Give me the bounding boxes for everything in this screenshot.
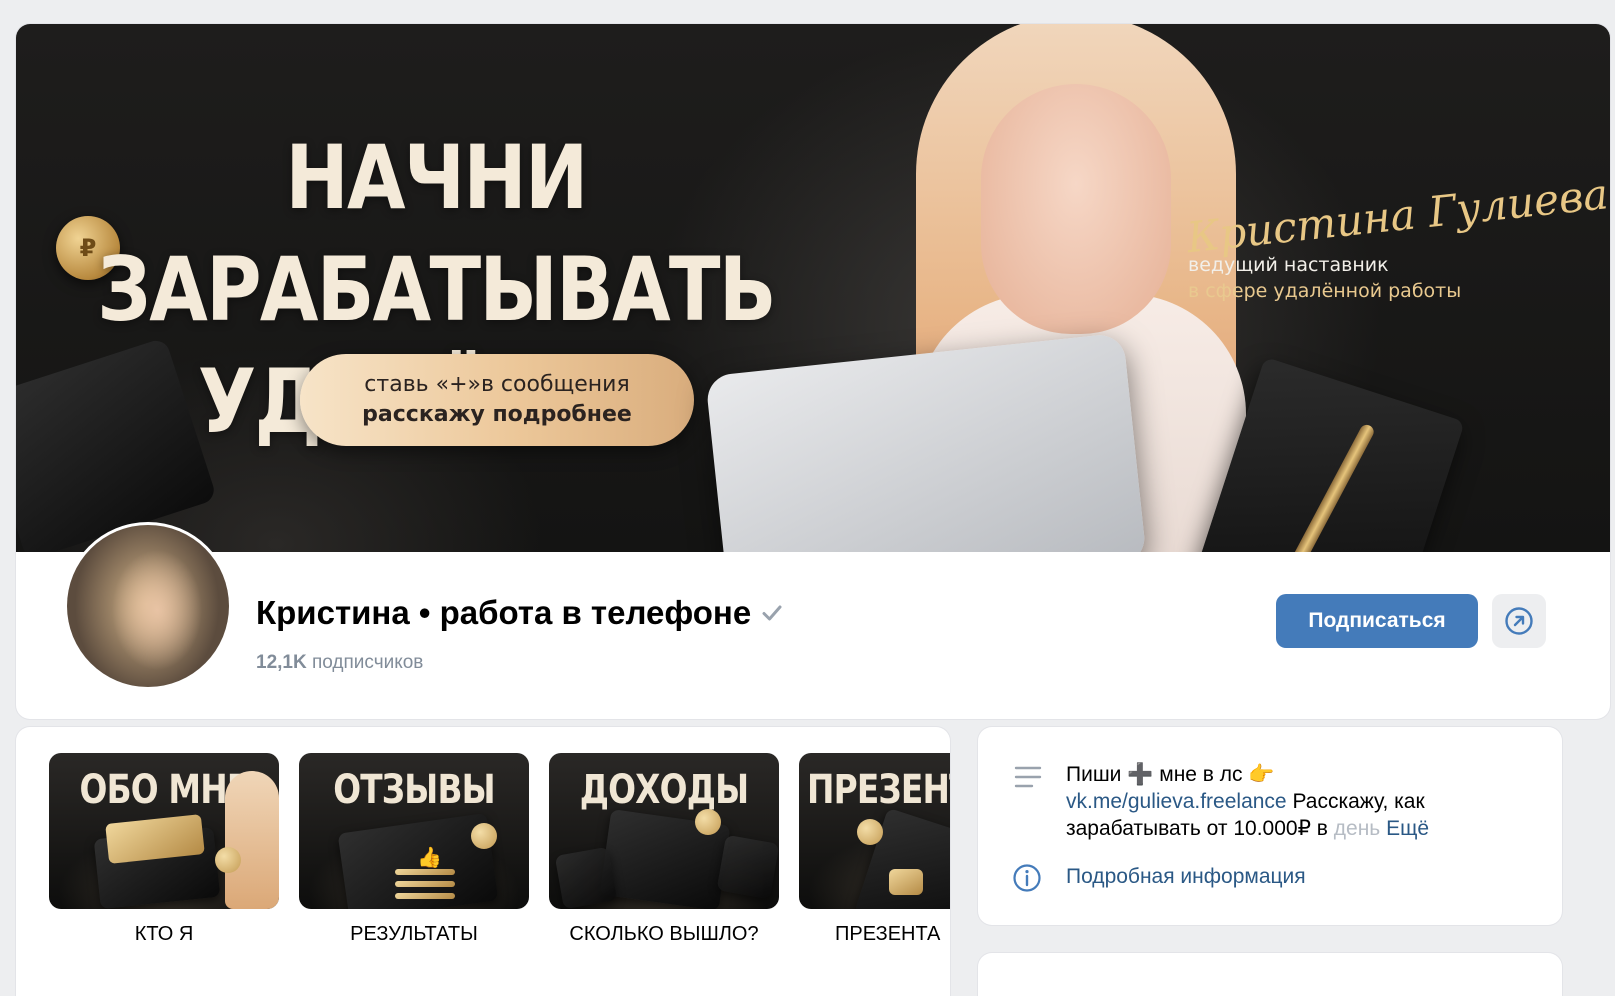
info-card: Пиши ➕ мне в лс 👉 vk.me/gulieva.freelanc… bbox=[978, 727, 1562, 925]
subscribers-count[interactable]: 12,1K подписчиков bbox=[256, 652, 423, 674]
playlist-caption[interactable]: СКОЛЬКО ВЫШЛО? bbox=[549, 923, 779, 946]
cover-subtitle-line2: в сфере удалённой работы bbox=[1188, 280, 1462, 302]
page-title: Кристина • работа в телефоне bbox=[256, 594, 783, 632]
cover-pill-line2: расскажу подробнее bbox=[362, 402, 632, 427]
pointing-hand-icon: 👉 bbox=[1248, 763, 1275, 786]
desc-text-2: мне в лс bbox=[1159, 763, 1243, 786]
cover-subtitle: ведущий наставник в сфере удалённой рабо… bbox=[1188, 252, 1548, 304]
lines-icon bbox=[1014, 766, 1042, 788]
playlist-tile[interactable]: ДОХОДЫ bbox=[549, 753, 779, 909]
next-card bbox=[978, 953, 1562, 996]
share-button[interactable] bbox=[1492, 594, 1546, 648]
chat-badge-icon bbox=[857, 819, 883, 845]
playlist-caption[interactable]: ПРЕЗЕНТА bbox=[799, 923, 950, 946]
desc-text-3: Расскажу, как bbox=[1286, 790, 1425, 813]
description-link[interactable]: vk.me/gulieva.freelance bbox=[1066, 790, 1287, 813]
desc-text-faded: день bbox=[1333, 817, 1381, 840]
playlist-tile-text: ОТЗЫВЫ bbox=[333, 767, 495, 813]
playlist-tile-text: ДОХОДЫ bbox=[579, 767, 749, 813]
show-more-link[interactable]: Ещё bbox=[1386, 817, 1429, 840]
playlist-tile-text: ПРЕЗЕНТА bbox=[807, 767, 950, 813]
briefcase-icon bbox=[889, 869, 923, 895]
info-icon bbox=[1013, 864, 1041, 892]
wallet-badge-icon bbox=[695, 809, 721, 835]
thumbs-up-icon: 👍 bbox=[417, 847, 442, 869]
desc-text-1: Пиши bbox=[1066, 763, 1122, 786]
plus-icon: ➕ bbox=[1127, 763, 1154, 786]
desc-text-4: зарабатывать от 10.000₽ в bbox=[1066, 817, 1334, 840]
community-name: Кристина • работа в телефоне bbox=[256, 594, 752, 631]
playlist-tile[interactable]: ОТЗЫВЫ 👍 bbox=[299, 753, 529, 909]
avatar-image bbox=[67, 525, 229, 687]
cover-image: ₽ НАЧНИ ЗАРАБАТЫВАТЬ УДАЛЁННО ставь «+»в… bbox=[16, 24, 1610, 552]
user-badge-icon bbox=[215, 847, 241, 873]
subscribe-button[interactable]: Подписаться bbox=[1276, 594, 1478, 648]
playlists-card: ОБО МНЕ КТО Я ОТЗЫВЫ 👍 РЕЗУЛЬТАТЫ ДОХОДЫ… bbox=[16, 727, 950, 996]
phone-decor bbox=[716, 834, 779, 900]
playlist-caption[interactable]: РЕЗУЛЬТАТЫ bbox=[299, 923, 529, 946]
cover-subtitle-line1: ведущий наставник bbox=[1188, 254, 1389, 276]
playlist-tile[interactable]: ОБО МНЕ bbox=[49, 753, 279, 909]
subscribers-number: 12,1K bbox=[256, 652, 307, 673]
avatar[interactable] bbox=[64, 522, 232, 690]
cover-pill-line1: ставь «+»в сообщения bbox=[364, 372, 630, 397]
portrait-decor bbox=[225, 771, 279, 909]
subscribers-label: подписчиков bbox=[311, 652, 424, 673]
community-description: Пиши ➕ мне в лс 👉 vk.me/gulieva.freelanc… bbox=[1066, 761, 1536, 842]
lines-decor bbox=[395, 881, 455, 887]
detailed-info-link[interactable]: Подробная информация bbox=[1066, 865, 1306, 889]
share-arrow-icon bbox=[1505, 607, 1533, 635]
cover-cta-pill: ставь «+»в сообщения расскажу подробнее bbox=[300, 354, 694, 446]
cover-title-line1: НАЧНИ ЗАРАБАТЫВАТЬ bbox=[97, 126, 776, 341]
playlist-caption[interactable]: КТО Я bbox=[49, 923, 279, 946]
chat-badge-icon bbox=[471, 823, 497, 849]
check-icon bbox=[762, 605, 782, 621]
lines-decor bbox=[395, 893, 455, 899]
phone-decor bbox=[554, 846, 618, 909]
community-header: ₽ НАЧНИ ЗАРАБАТЫВАТЬ УДАЛЁННО ставь «+»в… bbox=[16, 24, 1610, 719]
playlist-tile[interactable]: ПРЕЗЕНТА bbox=[799, 753, 950, 909]
portrait-face bbox=[981, 84, 1171, 334]
